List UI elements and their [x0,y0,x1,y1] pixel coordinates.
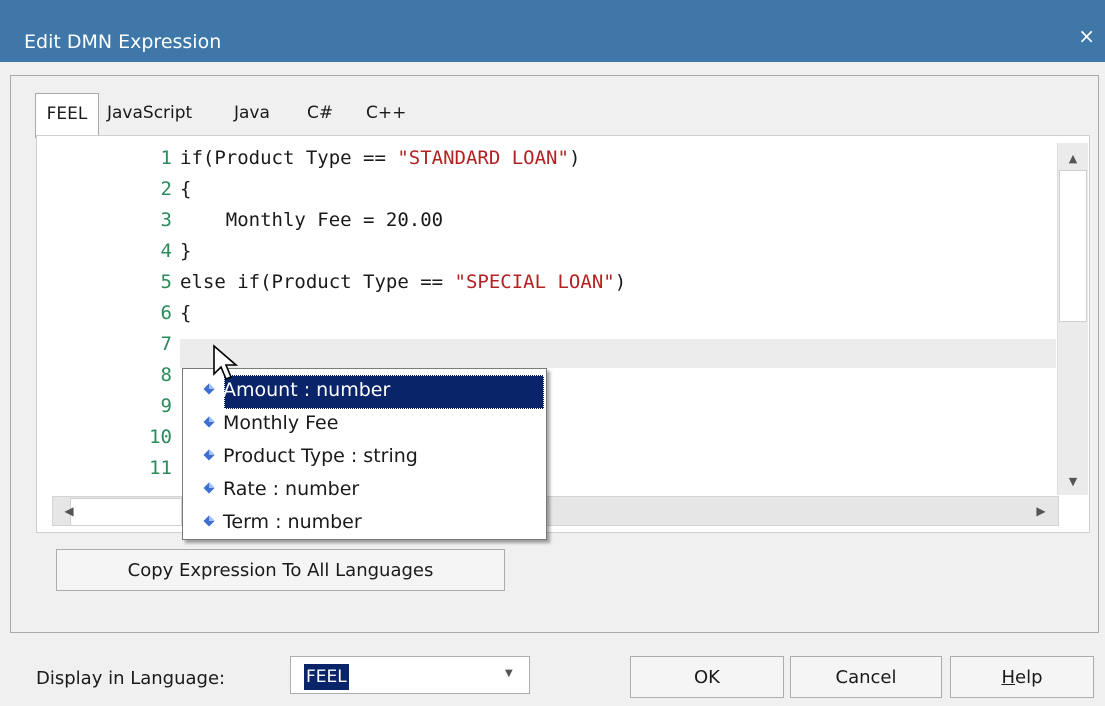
blue-diamond-icon [203,448,215,461]
line-text: else if(Product Type == "SPECIAL LOAN") [180,271,627,293]
line-number: 11 [149,457,172,479]
line-number: 7 [160,333,172,355]
code-line[interactable]: 4} [140,236,192,267]
autocomplete-item[interactable]: Term : number [203,507,362,537]
copy-expression-button[interactable]: Copy Expression To All Languages [56,549,505,591]
line-text: Monthly Fee = 20.00 [180,209,444,231]
scroll-right-icon[interactable]: ▶ [1032,500,1050,522]
tab-java[interactable]: Java [234,93,270,136]
tab-feel[interactable]: FEEL [35,93,99,138]
help-button[interactable]: Help [950,656,1094,698]
line-number: 6 [160,302,172,324]
line-number: 8 [160,364,172,386]
code-line[interactable]: 10 [140,422,180,453]
window-title: Edit DMN Expression [24,31,222,53]
autocomplete-item[interactable]: Rate : number [203,474,359,504]
close-icon[interactable]: × [1078,26,1095,46]
ok-button[interactable]: OK [630,656,784,698]
blue-diamond-icon [203,514,215,527]
line-text: if(Product Type == "STANDARD LOAN") [180,147,581,169]
current-line-highlight [180,339,1056,368]
mouse-pointer-icon [213,344,239,381]
display-language-label: Display in Language: [36,668,226,689]
tab-javascript[interactable]: JavaScript [107,93,192,136]
code-line[interactable]: 3 Monthly Fee = 20.00 [140,205,444,236]
code-line[interactable]: 6{ [140,298,192,329]
autocomplete-item-label: Rate : number [223,478,360,500]
title-bar: Edit DMN Expression × [0,0,1105,62]
autocomplete-item-label: Amount : number [223,379,391,401]
scroll-up-icon[interactable]: ▲ [1063,152,1083,168]
scroll-left-icon[interactable]: ◀ [60,500,78,522]
code-line[interactable]: 7 [140,329,180,360]
autocomplete-item[interactable]: Product Type : string [203,441,418,471]
display-language-value: FEEL [304,664,349,690]
scroll-down-icon[interactable]: ▼ [1063,475,1083,491]
blue-diamond-icon [203,415,215,428]
line-number: 4 [160,240,172,262]
code-line[interactable]: 5 else if(Product Type == "SPECIAL LOAN") [140,267,627,298]
line-text: { [180,178,192,200]
line-number: 1 [160,147,172,169]
blue-diamond-icon [203,481,215,494]
code-line[interactable]: 8 [140,360,180,391]
line-number: 10 [149,426,172,448]
autocomplete-item[interactable]: Monthly Fee [203,408,338,438]
code-line[interactable]: 11 [140,453,180,484]
chevron-down-icon[interactable]: ▼ [505,668,513,679]
line-text: } [180,240,192,262]
autocomplete-item-label: Product Type : string [223,445,418,467]
blue-diamond-icon [203,382,215,395]
line-number: 3 [160,209,172,231]
autocomplete-item-label: Term : number [223,511,362,533]
tab-csharp[interactable]: C# [307,93,333,136]
vertical-scroll-thumb[interactable] [1059,170,1087,322]
autocomplete-item-label: Monthly Fee [223,412,339,434]
tab-cpp[interactable]: C++ [366,93,406,136]
line-text: { [180,302,192,324]
line-number: 5 [160,271,172,293]
code-line[interactable]: 1 if(Product Type == "STANDARD LOAN") [140,143,581,174]
horizontal-scroll-thumb[interactable] [70,498,182,526]
line-number: 2 [160,178,172,200]
code-line[interactable]: 9 [140,391,180,422]
line-number: 9 [160,395,172,417]
cancel-button[interactable]: Cancel [790,656,942,698]
code-line[interactable]: 2{ [140,174,192,205]
